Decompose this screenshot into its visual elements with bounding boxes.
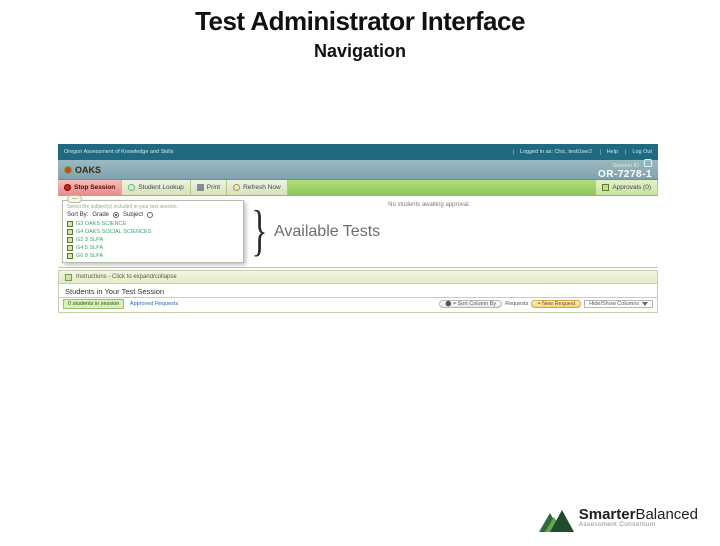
test-checkbox[interactable]: [67, 253, 73, 259]
top-links: Logged in as: Chic, testUser2 Help Log O…: [507, 149, 652, 155]
app-screenshot: Oregon Assessment of Knowledge and Skill…: [58, 144, 658, 313]
hide-show-columns-select[interactable]: Hide/Show Columns: [584, 300, 653, 308]
session-refresh-icon[interactable]: [644, 159, 652, 167]
refresh-label: Refresh Now: [243, 184, 281, 191]
refresh-button[interactable]: Refresh Now: [227, 180, 288, 195]
approvals-check-icon: [602, 184, 609, 191]
brace-icon: }: [250, 202, 268, 261]
panel-hint: Select the subject(s) included in your t…: [67, 204, 239, 210]
test-row[interactable]: G6 8 SLPA: [67, 252, 239, 260]
test-row[interactable]: G3 OAKS SCIENCE: [67, 220, 239, 228]
test-row[interactable]: G4 5 SLPA: [67, 244, 239, 252]
sort-subject-label: Subject: [123, 212, 143, 218]
hide-show-label: Hide/Show Columns: [589, 301, 639, 307]
approved-requests-link[interactable]: Approved Requests: [130, 301, 178, 307]
test-checkbox[interactable]: [67, 229, 73, 235]
logo-text: OAKS: [75, 165, 101, 175]
stop-icon: [64, 184, 71, 191]
instructions-label: Instructions - Click to expand/collapse: [76, 274, 177, 280]
students-count-button[interactable]: 0 students in session: [63, 299, 124, 309]
session-id-label: Session ID: [612, 163, 639, 169]
sort-column-indicator[interactable]: ⬤ = Sort Column By: [439, 300, 502, 308]
app-header: OAKS Session ID OR-7278-1: [58, 160, 658, 180]
brand-triangles-icon: [539, 504, 573, 532]
students-section-tools: 0 students in session Approved Requests …: [58, 298, 658, 313]
approvals-button[interactable]: Approvals (0): [596, 180, 658, 195]
slide-title: Test Administrator Interface: [0, 6, 720, 37]
test-checkbox[interactable]: [67, 221, 73, 227]
instructions-bar[interactable]: Instructions - Click to expand/collapse: [58, 270, 658, 284]
test-row[interactable]: G2 3 SLPA: [67, 236, 239, 244]
sort-subject-radio[interactable]: [147, 212, 153, 218]
requests-label: Requests: [505, 301, 528, 307]
stop-session-button[interactable]: Stop Session: [58, 180, 122, 195]
approval-status-area: No students awaiting approval.: [380, 196, 658, 267]
chevron-down-icon: [642, 302, 648, 306]
sort-label: Sort By:: [67, 212, 88, 218]
students-right-tools: ⬤ = Sort Column By Requests = New Reques…: [439, 300, 653, 308]
toolbar-spacer: [288, 180, 597, 195]
slide-subtitle: Navigation: [0, 41, 720, 62]
app-logo: OAKS: [64, 165, 101, 175]
print-button[interactable]: Print: [191, 180, 227, 195]
panel-collapse-toggle[interactable]: —: [67, 195, 82, 203]
test-label: G4 5 SLPA: [76, 245, 103, 251]
toolbar: Stop Session Student Lookup Print Refres…: [58, 180, 658, 196]
brand-text: SmarterBalanced Assessment Consortium: [579, 507, 698, 529]
help-link[interactable]: Help: [600, 149, 618, 155]
test-label: G6 8 SLPA: [76, 253, 103, 259]
student-lookup-button[interactable]: Student Lookup: [122, 180, 191, 195]
session-id-block: Session ID OR-7278-1: [598, 159, 652, 180]
approvals-label: Approvals (0): [612, 184, 651, 191]
available-tests-callout: Available Tests: [274, 223, 380, 241]
test-label: G4 OAKS SOCIAL SCIENCES: [76, 229, 151, 235]
test-label: G3 OAKS SCIENCE: [76, 221, 126, 227]
logout-link[interactable]: Log Out: [625, 149, 652, 155]
logo-icon: [64, 166, 72, 174]
footer-brand: SmarterBalanced Assessment Consortium: [539, 504, 698, 532]
print-icon: [197, 184, 204, 191]
refresh-icon: [233, 184, 240, 191]
stop-session-label: Stop Session: [74, 184, 115, 191]
sort-row: Sort By: Grade Subject: [67, 212, 239, 218]
print-label: Print: [207, 184, 220, 191]
test-checkbox[interactable]: [67, 237, 73, 243]
test-selection-panel: — Select the subject(s) included in your…: [62, 200, 244, 263]
logged-in-text: Logged in as: Chic, testUser2: [513, 149, 592, 155]
new-request-indicator[interactable]: = New Request: [531, 300, 581, 308]
session-id-value: OR-7278-1: [598, 170, 652, 181]
site-name: Oregon Assessment of Knowledge and Skill…: [64, 149, 173, 155]
test-row[interactable]: G4 OAKS SOCIAL SCIENCES: [67, 228, 239, 236]
students-section-heading: Students in Your Test Session: [58, 284, 658, 298]
sort-grade-label: Grade: [92, 212, 109, 218]
lookup-icon: [128, 184, 135, 191]
top-info-bar: Oregon Assessment of Knowledge and Skill…: [58, 144, 658, 160]
content-row: — Select the subject(s) included in your…: [58, 196, 658, 268]
students-left-tools: 0 students in session Approved Requests: [63, 301, 178, 307]
test-label: G2 3 SLPA: [76, 237, 103, 243]
sort-grade-radio[interactable]: [113, 212, 119, 218]
student-lookup-label: Student Lookup: [138, 184, 184, 191]
instructions-toggle-icon: [65, 274, 72, 281]
test-checkbox[interactable]: [67, 245, 73, 251]
